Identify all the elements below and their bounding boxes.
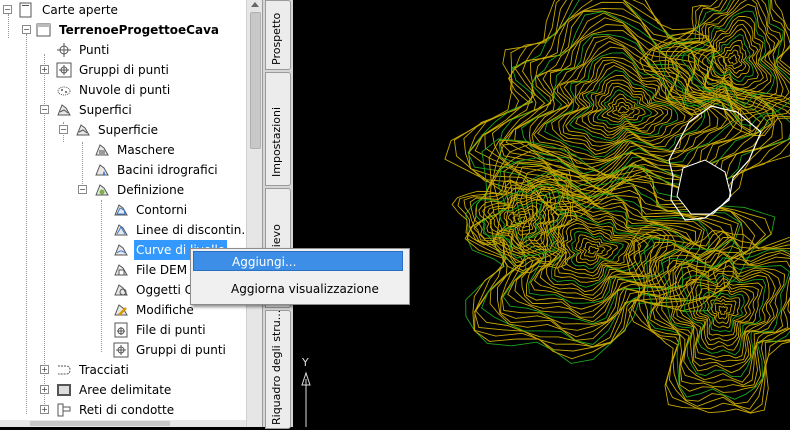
tree-item-label: Linee di discontin... [136,223,246,237]
tree-item-label: Reti di condotte [79,403,175,417]
watersheds-icon [95,164,109,176]
tree-item-label: Punti [79,43,110,57]
horizontal-scroll-thumb[interactable] [30,421,170,426]
expand-icon[interactable]: + [40,385,49,394]
points-icon [57,43,71,57]
ucs-y-label: Y [301,357,309,369]
vertical-scroll-thumb[interactable] [250,12,261,149]
tree-item-aree-delimitate[interactable]: + Aree delimitate [0,380,246,400]
tree-item-reti-di-condotte[interactable]: + Reti di condotte [0,400,246,420]
point-clouds-icon [57,86,71,96]
contour-line [606,97,640,120]
tree-item-nuvole-di-punti[interactable]: Nuvole di punti [0,80,246,100]
drawing-icon [36,23,51,37]
masks-icon [95,144,109,156]
tree-item-punti[interactable]: Punti [0,40,246,60]
expand-icon[interactable]: + [40,65,49,74]
contour-line [718,305,728,315]
collapse-icon[interactable]: − [78,185,87,194]
alignments-icon [58,365,71,375]
collapse-icon[interactable]: − [40,105,49,114]
tree-item-label: Gruppi di punti [79,63,169,77]
definition-icon [95,184,109,196]
tree-item-label: Aree delimitate [79,383,172,397]
surfaces-icon [57,104,71,116]
dem-files-icon [114,264,128,276]
tree-item-label: Tracciati [79,363,129,377]
tree-item-label: Contorni [136,203,188,217]
open-drawings-icon [19,2,32,18]
collapse-icon[interactable]: − [22,25,31,34]
tree-item-label: Superficie [98,123,159,137]
point-groups-icon [56,62,72,78]
refresh-menu-item[interactable]: Aggiorna visualizzazione [193,279,403,299]
tree-item-tracciati[interactable]: + Tracciati [0,360,246,380]
tab-label: Impostazioni [270,106,283,177]
contour-line [722,49,743,70]
prospector-tree[interactable]: − Carte aperte − TerrenoeProgettoeCava P… [0,0,246,427]
tree-item-label: Modifiche [136,303,194,317]
context-menu: Aggiungi... Aggiorna visualizzazione [190,248,410,305]
tree-item-label: Maschere [117,143,175,157]
tab-impostazioni[interactable]: Impostazioni [265,72,291,186]
tree-item-label: Gruppi di punti [136,343,226,357]
sites-icon [57,384,71,396]
tree-item-gruppi-di-punti-definizione[interactable]: Gruppi di punti [0,340,246,360]
ucs-icon: Y [301,357,311,427]
contours-icon [114,244,128,256]
drawing-objects-icon [114,284,128,296]
surface-icon [76,124,90,136]
contour-line [727,54,738,65]
add-menu-item[interactable]: Aggiungi... [193,251,403,271]
tab-label: Riquadro degli stru... [270,310,283,425]
tree-item-carte-aperte[interactable]: − Carte aperte [0,0,246,20]
tree-item-label: File di punti [136,323,206,337]
vertical-scrollbar[interactable] [246,0,263,427]
point-files-icon [114,322,128,338]
collapse-icon[interactable]: − [59,125,68,134]
tab-prospetto[interactable]: Prospetto [265,0,291,70]
tree-item-gruppi-di-punti[interactable]: + Gruppi di punti [0,60,246,80]
tree-item-contorni[interactable]: Contorni [0,200,246,220]
boundaries-icon [114,204,128,216]
horizontal-scrollbar[interactable] [0,420,246,427]
drawing-canvas[interactable]: Y [293,0,790,427]
scroll-up-icon[interactable] [251,2,259,7]
tab-label: Prospetto [270,12,283,65]
tree-item-drawing[interactable]: − TerrenoeProgettoeCava [0,20,246,40]
tree-item-file-di-punti[interactable]: File di punti [0,320,246,340]
tree-item-superfici[interactable]: − Superfici [0,100,246,120]
tree-item-label: Definizione [117,183,185,197]
edits-icon [114,304,128,316]
contour-line [583,241,606,258]
contour-map [444,0,790,414]
palette-tabs: Prospetto Impostazioni Rilievo Riquadro … [262,0,294,429]
tree-item-label: Bacini idrografici [117,163,218,177]
point-groups-icon [113,342,129,358]
breaklines-icon [114,224,128,236]
expand-icon[interactable]: + [40,405,49,414]
contour-line [714,302,733,320]
tree-item-linee-di-discontinuita[interactable]: Linee di discontin... [0,220,246,240]
tree-item-label: Nuvole di punti [79,83,171,97]
tree-item-label: Carte aperte [42,3,118,17]
expand-icon[interactable]: + [40,365,49,374]
tree-item-bacini-idrografici[interactable]: Bacini idrografici [0,160,246,180]
pipe-networks-icon [57,403,71,417]
tab-riquadro-strumenti[interactable]: Riquadro degli stru... [265,310,291,429]
tree-item-label: File DEM [136,263,188,277]
contour-line [617,105,630,114]
tree-item-label: Superfici [79,103,132,117]
tree-item-label: TerrenoeProgettoeCava [59,23,219,37]
tree-item-definizione[interactable]: − Definizione [0,180,246,200]
collapse-icon[interactable]: − [3,5,12,14]
tree-item-maschere[interactable]: Maschere [0,140,246,160]
tree-item-superficie[interactable]: − Superficie [0,120,246,140]
contour-line [587,245,600,255]
